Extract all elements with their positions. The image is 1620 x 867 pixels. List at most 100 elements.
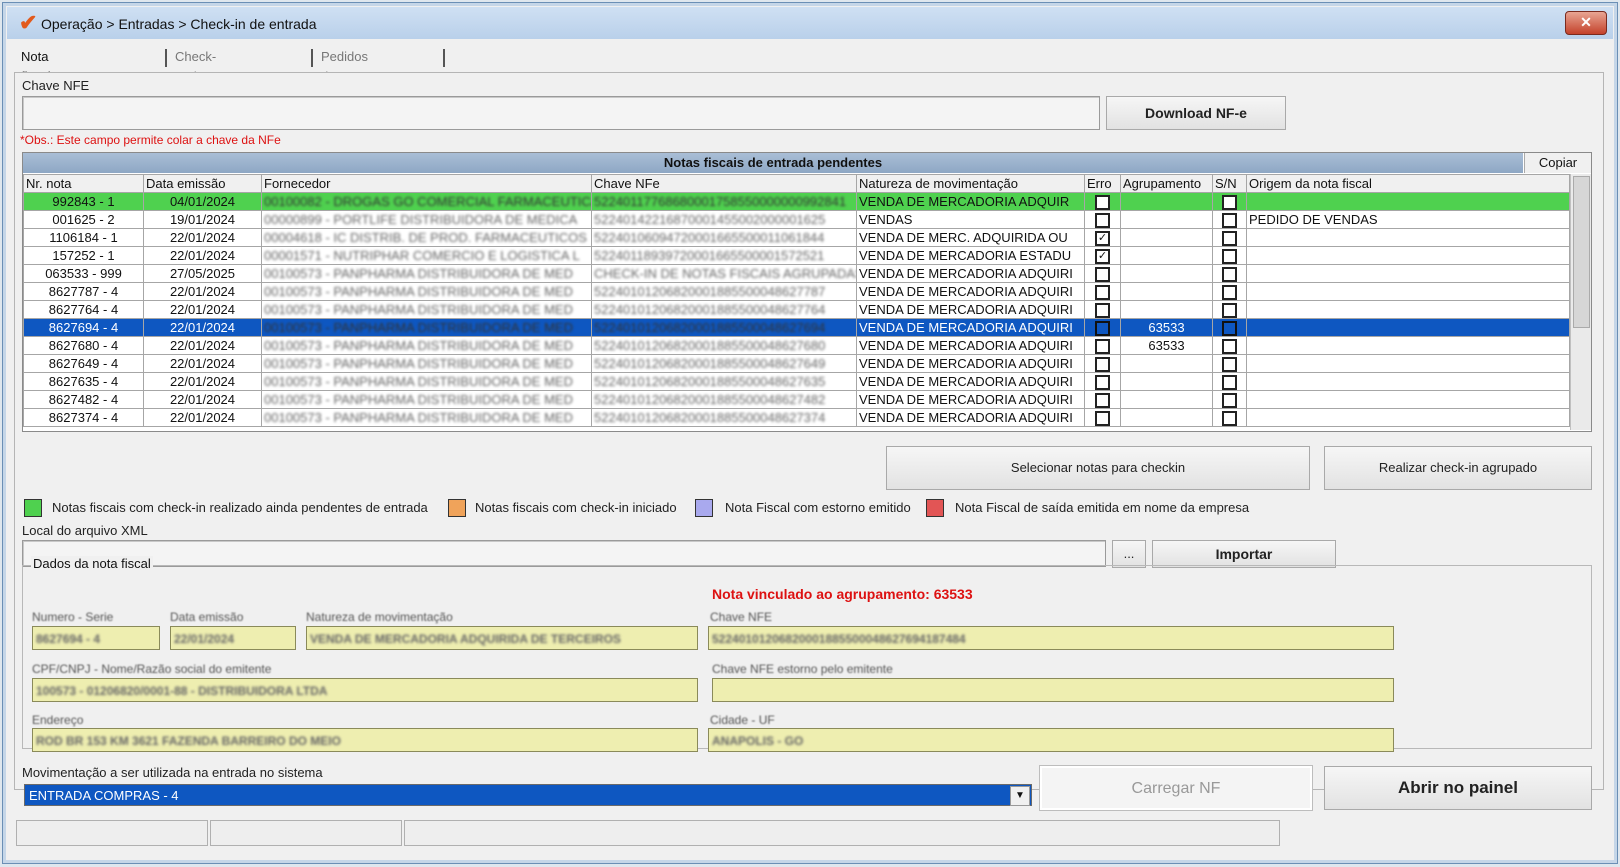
- checkbox[interactable]: [1095, 266, 1110, 282]
- browse-xml-button[interactable]: ...: [1112, 540, 1146, 568]
- table-row[interactable]: 8627649 - 4 22/01/2024 00100573 - PANPHARM…: [23, 354, 1570, 373]
- copy-button[interactable]: Copiar: [1524, 153, 1591, 173]
- checkbox[interactable]: [1095, 284, 1110, 300]
- download-nfe-button[interactable]: Download NF-e: [1106, 96, 1286, 130]
- cell-chave-nfe: CHECK-IN DE NOTAS FISCAIS AGRUPADAS: [591, 264, 857, 283]
- movimentacao-select[interactable]: ENTRADA COMPRAS - 4 ▼: [24, 784, 1032, 806]
- cell-erro: [1084, 300, 1121, 319]
- table-row[interactable]: 992843 - 1 04/01/2024 00100082 - DROGAS GO…: [23, 192, 1570, 211]
- checkbox[interactable]: [1222, 374, 1237, 390]
- table-row[interactable]: 8627694 - 4 22/01/2024 00100573 - PANPHARM…: [23, 318, 1570, 337]
- col-header[interactable]: S/N: [1212, 174, 1247, 193]
- tab-nota-fiscal-entrada[interactable]: Nota fiscal de entrada: [15, 47, 71, 124]
- cell-nr-nota: 992843 - 1: [23, 192, 144, 211]
- col-header[interactable]: Natureza de movimentação: [856, 174, 1085, 193]
- table-row[interactable]: 8627635 - 4 22/01/2024 00100573 - PANPHARM…: [23, 372, 1570, 391]
- checkbox[interactable]: [1222, 320, 1237, 336]
- close-button[interactable]: ✕: [1565, 11, 1607, 35]
- cell-agrupamento: [1120, 408, 1213, 427]
- table-row[interactable]: 063533 - 999 27/05/2025 00100573 - PANPHAR…: [23, 264, 1570, 283]
- checkbox[interactable]: [1222, 392, 1237, 408]
- col-header[interactable]: Chave NFe: [591, 174, 857, 193]
- checkbox[interactable]: [1095, 410, 1110, 426]
- cell-data-emissao: 22/01/2024: [143, 390, 262, 409]
- checkbox[interactable]: [1095, 356, 1110, 372]
- table-row[interactable]: 1106184 - 1 22/01/2024 00004618 - IC DISTR…: [23, 228, 1570, 247]
- col-header[interactable]: Agrupamento: [1120, 174, 1213, 193]
- checkbox[interactable]: [1222, 338, 1237, 354]
- grid-header-row: Nr. nota Data emissão Fornecedor Chave N…: [23, 174, 1570, 193]
- cell-data-emissao: 22/01/2024: [143, 354, 262, 373]
- cell-fornecedor-text: 00004618 - IC DISTRIB. DE PROD. FARMACEU…: [264, 230, 587, 245]
- group-checkin-button[interactable]: Realizar check-in agrupado: [1324, 446, 1592, 490]
- cell-erro: ✓: [1084, 228, 1121, 247]
- table-row[interactable]: 8627482 - 4 22/01/2024 00100573 - PANPHARM…: [23, 390, 1570, 409]
- numero-serie-field: 8627694 - 4: [32, 626, 160, 650]
- cell-fornecedor: 00000899 - PORTLIFE DISTRIBUIDORA DE MED…: [261, 210, 592, 229]
- table-row[interactable]: 8627764 - 4 22/01/2024 00100573 - PANPHARM…: [23, 300, 1570, 319]
- scrollbar-thumb[interactable]: [1573, 176, 1590, 328]
- table-row[interactable]: 8627680 - 4 22/01/2024 00100573 - PANPHARM…: [23, 336, 1570, 355]
- checkbox[interactable]: [1222, 410, 1237, 426]
- select-notes-checkin-button[interactable]: Selecionar notas para checkin: [886, 446, 1310, 490]
- checkbox[interactable]: [1095, 320, 1110, 336]
- checkbox[interactable]: ✓: [1095, 230, 1110, 246]
- checkbox[interactable]: [1222, 302, 1237, 318]
- checkbox[interactable]: [1095, 338, 1110, 354]
- cell-data-emissao: 22/01/2024: [143, 318, 262, 337]
- chave-estorno-label: Chave NFE estorno pelo emitente: [712, 662, 893, 676]
- cell-data-emissao-text: 22/01/2024: [169, 248, 236, 263]
- chave-nfe-input[interactable]: [22, 96, 1100, 130]
- carregar-nf-button[interactable]: Carregar NF: [1040, 766, 1312, 810]
- col-header[interactable]: Origem da nota fiscal: [1246, 174, 1570, 193]
- checkbox[interactable]: [1222, 356, 1237, 372]
- tab-checkin-produtos[interactable]: Check-In dos produtos: [169, 47, 232, 104]
- col-header[interactable]: Fornecedor: [261, 174, 592, 193]
- checkbox[interactable]: [1222, 284, 1237, 300]
- cell-origem: [1246, 372, 1570, 391]
- checkbox[interactable]: [1222, 194, 1237, 210]
- cell-data-emissao: 04/01/2024: [143, 192, 262, 211]
- legend-swatch-green: [24, 499, 42, 517]
- checkbox[interactable]: [1222, 248, 1237, 264]
- cell-natureza-text: VENDA DE MERCADORIA ADQUIRI: [859, 410, 1073, 425]
- cell-agrupamento: [1120, 246, 1213, 265]
- cell-chave-nfe: 52240101206820001885500048627694: [591, 318, 857, 337]
- cell-natureza-text: VENDA DE MERCADORIA ADQUIRI: [859, 302, 1073, 317]
- checkbox[interactable]: [1095, 374, 1110, 390]
- checkbox[interactable]: [1095, 302, 1110, 318]
- checkbox[interactable]: [1095, 212, 1110, 228]
- col-header[interactable]: Nr. nota: [23, 174, 144, 193]
- cell-data-emissao-text: 22/01/2024: [169, 284, 236, 299]
- cell-erro: [1084, 336, 1121, 355]
- import-button[interactable]: Importar: [1152, 540, 1336, 568]
- cell-nr-nota-text: 8627635 - 4: [48, 374, 119, 389]
- cell-nr-nota-text: 8627680 - 4: [48, 338, 119, 353]
- table-row[interactable]: 8627787 - 4 22/01/2024 00100573 - PANPHARM…: [23, 282, 1570, 301]
- checkbox[interactable]: [1095, 392, 1110, 408]
- col-header[interactable]: Data emissão: [143, 174, 262, 193]
- checkbox[interactable]: ✓: [1095, 248, 1110, 264]
- table-row[interactable]: 157252 - 1 22/01/2024 00001571 - NUTRIPHAR…: [23, 246, 1570, 265]
- cell-chave-nfe-text: CHECK-IN DE NOTAS FISCAIS AGRUPADAS: [594, 266, 857, 281]
- xml-path-input[interactable]: [22, 540, 1106, 567]
- checkbox[interactable]: [1222, 266, 1237, 282]
- tab-pedidos-compra[interactable]: Pedidos de compra: [315, 47, 374, 104]
- cell-nr-nota-text: 001625 - 2: [52, 212, 115, 227]
- tab-separator: [165, 49, 167, 67]
- col-header[interactable]: Erro: [1084, 174, 1121, 193]
- checkbox[interactable]: [1095, 194, 1110, 210]
- table-row[interactable]: 001625 - 2 19/01/2024 00000899 - PORTLIFE …: [23, 210, 1570, 229]
- checkbox[interactable]: [1222, 230, 1237, 246]
- grid-vertical-scrollbar[interactable]: [1570, 174, 1591, 430]
- grid-title: Notas fiscais de entrada pendentes: [23, 153, 1523, 173]
- table-row[interactable]: 8627374 - 4 22/01/2024 00100573 - PANPHARM…: [23, 408, 1570, 427]
- cell-nr-nota: 157252 - 1: [23, 246, 144, 265]
- abrir-painel-button[interactable]: Abrir no painel: [1324, 766, 1592, 810]
- chevron-down-icon[interactable]: ▼: [1010, 786, 1030, 806]
- cell-chave-nfe: 52240101206820001885500048627787: [591, 282, 857, 301]
- cell-data-emissao: 22/01/2024: [143, 372, 262, 391]
- cell-chave-nfe-text: 52240101206820001885500048627787: [594, 284, 826, 299]
- cell-erro: [1084, 282, 1121, 301]
- checkbox[interactable]: [1222, 212, 1237, 228]
